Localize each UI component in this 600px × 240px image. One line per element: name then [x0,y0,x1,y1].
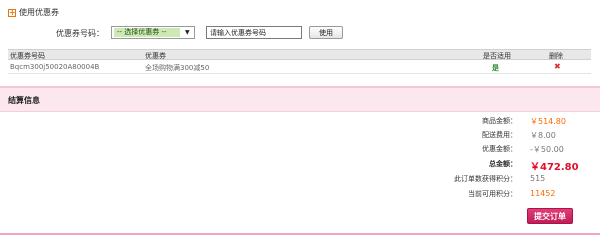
discount-label: 优惠金额： [482,145,517,153]
settlement-title: 结算信息 [8,96,40,105]
shipping-row: 配送费用： ￥8.00 [380,130,600,142]
coupon-section: + 使用优惠券 优惠券号码： -- 选择优惠券 -- ▼ 使用 优惠券号码 优惠… [0,0,600,86]
table-row: Bqcm300j50020A80004B 全场购物满300减50 是 ✖ [8,60,591,74]
points-earned-label: 此订单数获得积分： [454,175,517,183]
coupon-code-label: 优惠券号码： [56,29,104,38]
expand-icon[interactable]: + [8,8,16,17]
total-row: 总金额： ￥472.80 [380,159,600,173]
shipping-label: 配送费用： [482,131,517,139]
delete-icon[interactable]: ✖ [554,62,561,71]
coupon-name-cell: 全场购物满300减50 [145,64,210,72]
total-value: ￥472.80 [530,162,579,173]
total-label: 总金额： [489,160,517,168]
discount-value: -￥50.00 [530,145,564,154]
coupon-select-value: -- 选择优惠券 -- [114,28,180,37]
shipping-value: ￥8.00 [530,131,556,140]
points-available-row: 当前可用积分： 11452 [380,189,600,201]
coupon-code-input[interactable] [206,26,302,39]
settlement-header: 结算信息 [0,88,600,112]
points-earned-row: 此订单数获得积分： 515 [380,174,600,186]
use-coupon-toggle[interactable]: + 使用优惠券 [8,7,59,18]
points-earned-value: 515 [530,174,546,183]
chevron-down-icon[interactable]: ▼ [185,29,190,36]
use-coupon-label: 使用优惠券 [19,8,59,17]
discount-row: 优惠金额： -￥50.00 [380,144,600,156]
bottom-divider [0,233,600,235]
points-available-value: 11452 [530,189,556,198]
goods-amount-label: 商品金额： [482,117,517,125]
goods-amount-value: ￥514.80 [530,117,566,126]
apply-coupon-button[interactable]: 使用 [309,26,343,39]
coupon-select[interactable]: -- 选择优惠券 -- ▼ [111,26,195,39]
coupon-form: 优惠券号码： -- 选择优惠券 -- ▼ 使用 [0,26,600,40]
submit-order-button[interactable]: 提交订单 [527,208,573,224]
coupon-code-cell: Bqcm300j50020A80004B [10,63,100,71]
applicable-cell: 是 [492,64,499,72]
points-available-label: 当前可用积分： [468,190,517,198]
coupon-table: 优惠券号码 优惠券 是否适用 删除 Bqcm300j50020A80004B 全… [8,49,591,74]
coupon-table-header: 优惠券号码 优惠券 是否适用 删除 [8,49,591,60]
goods-amount-row: 商品金额： ￥514.80 [380,116,600,128]
